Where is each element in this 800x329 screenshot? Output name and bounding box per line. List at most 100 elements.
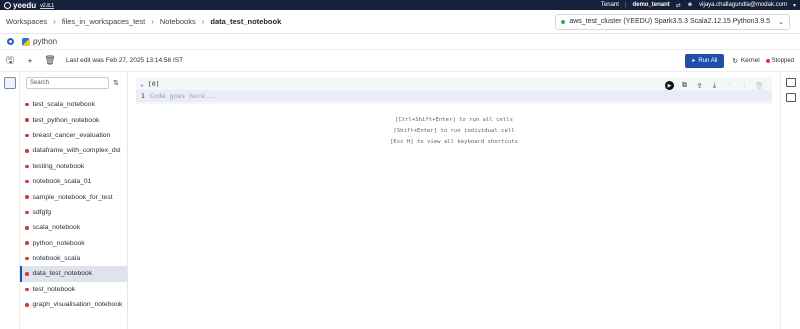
left-rail [0, 72, 20, 329]
python-icon [22, 37, 30, 46]
notebook-name: testing_notebook [32, 162, 85, 170]
notebook-status-dot [25, 210, 29, 215]
search-input[interactable]: Search [26, 77, 109, 89]
upload-icon[interactable]: ⇪ [695, 81, 704, 90]
add-cell-icon[interactable]: + [20, 56, 40, 66]
breadcrumb-workspace[interactable]: files_in_workspaces_test [62, 17, 145, 26]
list-item[interactable]: data_test_notebook [20, 266, 127, 282]
breadcrumb: Workspaces › files_in_workspaces_test › … [0, 10, 800, 34]
list-item[interactable]: graph_visualisation_notebook [20, 297, 127, 312]
move-up-icon[interactable]: ↑ [725, 81, 734, 90]
notebook-status-dot [25, 195, 29, 199]
save-icon[interactable]: 🖫 [0, 53, 20, 69]
notebook-status-dot [25, 287, 29, 292]
notebook-status-dot [25, 303, 29, 307]
notebook-status-dot [25, 179, 29, 184]
delete-icon[interactable]: 🗑 [40, 55, 60, 66]
version-link[interactable]: v2.8.1 [40, 3, 54, 9]
refresh-icon: ↻ [732, 57, 738, 65]
notebook-name: notebook_scala [32, 255, 81, 263]
cluster-status-dot [561, 19, 566, 24]
hint-run-cell: [Shift+Enter] to run individual cell [393, 128, 515, 134]
notebook-status-dot [25, 241, 29, 245]
notebook-list: test_scala_notebook test_python_notebookb… [20, 97, 127, 312]
hint-shortcuts: [Esc H] to view all keyboard shortcuts [390, 139, 518, 145]
notebook-status-dot [25, 118, 29, 122]
notebook-status-dot [25, 164, 29, 168]
list-item[interactable]: test_scala_notebook [20, 97, 127, 112]
kernel-status-badge: Stopped [765, 57, 794, 64]
last-edit-text: Last edit was Feb 27, 2025 13:14:56 IST [66, 57, 184, 64]
move-down-icon[interactable]: ↓ [740, 81, 749, 90]
list-item[interactable]: python_notebook [20, 236, 127, 251]
keyboard-hints: [Ctrl+Shift+Enter] to run all cells [Shi… [128, 115, 780, 148]
line-number: 1 [141, 92, 145, 100]
chevron-down-icon: ⌄ [778, 18, 784, 26]
settings-icon[interactable] [6, 38, 14, 45]
list-item[interactable]: scala_notebook [20, 220, 127, 235]
copy-icon[interactable]: ⧉ [680, 81, 689, 90]
download-icon[interactable]: ⤓ [710, 81, 719, 90]
notebook-name: test_scala_notebook [32, 101, 95, 109]
notebook-name: dataframe_with_complex_dsl [32, 147, 121, 155]
notebook-name: notebook_scala_01 [32, 178, 92, 186]
list-item[interactable]: test_python_notebook [20, 112, 127, 127]
brand-logo[interactable]: yeedu v2.8.1 [4, 1, 54, 10]
user-email[interactable]: vijaya.challagundla@modak.com [699, 2, 787, 8]
list-item[interactable]: dataframe_with_complex_dsl [20, 143, 127, 158]
list-item[interactable]: sample_notebook_for_test [20, 189, 127, 204]
breadcrumb-current-notebook: data_test_notebook [210, 17, 282, 26]
kernel-status-text: Stopped [771, 57, 794, 64]
app-header: yeedu v2.8.1 Tenant | demo_tenant ⇄ ☻ vi… [0, 0, 800, 10]
list-item[interactable]: testing_notebook [20, 159, 127, 174]
language-label: python [33, 37, 58, 46]
notebook-status-dot [25, 133, 29, 138]
kernel-language-bar: python [0, 34, 800, 50]
notebook-name: scala_notebook [32, 224, 81, 232]
switch-tenant-icon[interactable]: ⇄ [676, 2, 681, 9]
collapse-icon[interactable]: ⌄ [140, 80, 144, 88]
run-all-label: Run All [698, 57, 718, 64]
notebook-list-icon[interactable] [3, 77, 16, 89]
notebook-status-dot [25, 272, 29, 276]
notebook-name: sample_notebook_for_test [32, 193, 113, 201]
panel-icon[interactable] [785, 78, 796, 87]
code-cell[interactable]: ⌄ [0] 1 Code goes here... ▶ ⧉ ⇪ ⤓ ↑ ↓ 🗑 [136, 78, 772, 104]
notebook-name: test_python_notebook [32, 116, 100, 124]
notebook-toolbar: 🖫 + 🗑 Last edit was Feb 27, 2025 13:14:5… [0, 50, 800, 72]
status-dot [765, 58, 770, 63]
list-item[interactable]: notebook_scala [20, 251, 127, 266]
notebook-status-dot [25, 149, 29, 153]
list-item[interactable]: breast_cancer_evaluation [20, 128, 127, 143]
tenant-name[interactable]: demo_tenant [632, 2, 669, 8]
play-icon: ▸ [692, 58, 696, 64]
list-item[interactable]: sdfgfg [20, 205, 127, 220]
chevron-right-icon: › [151, 17, 154, 26]
chevron-right-icon: › [53, 17, 56, 26]
run-all-button[interactable]: ▸ Run All [685, 53, 725, 68]
breadcrumb-notebooks[interactable]: Notebooks [160, 17, 196, 26]
cluster-select[interactable]: aws_test_cluster (YEEDU) Spark3.5.3 Scal… [555, 13, 790, 30]
chevron-right-icon: › [201, 17, 205, 26]
notebook-editor: ⌄ [0] 1 Code goes here... ▶ ⧉ ⇪ ⤓ ↑ ↓ 🗑 … [128, 72, 780, 329]
code-input[interactable]: Code goes here... [150, 92, 217, 100]
notebook-name: sdfgfg [32, 208, 52, 216]
user-icon: ☻ [686, 2, 694, 8]
keyboard-icon[interactable] [785, 93, 796, 102]
sort-icon[interactable]: ⇅ [109, 79, 123, 87]
notebook-name: graph_visualisation_notebook [32, 301, 123, 309]
list-item[interactable]: test_notebook [20, 282, 127, 297]
run-cell-icon[interactable]: ▶ [665, 81, 674, 90]
notebook-name: python_notebook [32, 239, 85, 247]
notebook-sidebar: Search ⇅ test_scala_notebook test_python_… [20, 72, 128, 329]
notebook-status-dot [25, 256, 29, 261]
brand-name: yeedu [13, 0, 37, 10]
delete-cell-icon[interactable]: 🗑 [755, 81, 764, 90]
breadcrumb-workspaces[interactable]: Workspaces [6, 17, 47, 26]
list-item[interactable]: notebook_scala_01 [20, 174, 127, 189]
chevron-down-icon[interactable]: ▾ [793, 2, 796, 9]
cluster-label: aws_test_cluster (YEEDU) Spark3.5.3 Scal… [569, 18, 771, 25]
kernel-label: Kernel [740, 57, 760, 64]
divider: | [624, 2, 627, 8]
kernel-button[interactable]: ↻ Kernel [732, 57, 759, 65]
